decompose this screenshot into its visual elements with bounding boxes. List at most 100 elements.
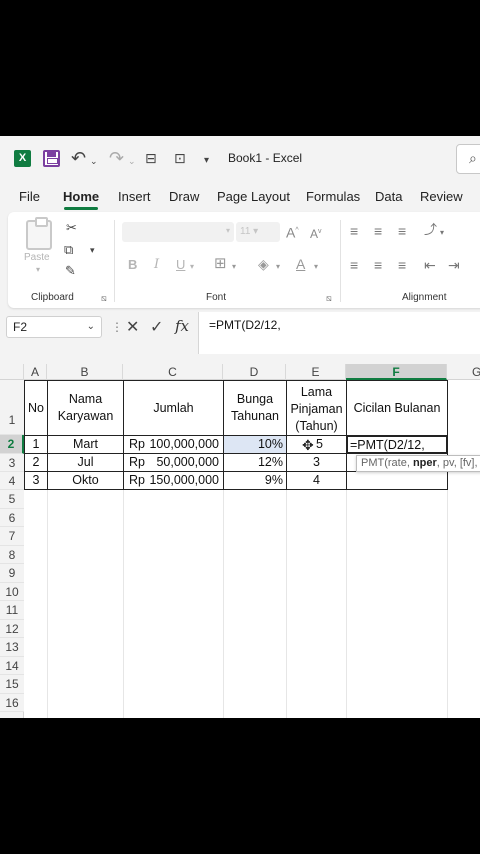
row-header-15[interactable]: 15 — [0, 675, 24, 694]
row-header-13[interactable]: 13 — [0, 638, 24, 657]
row-header-11[interactable]: 11 — [0, 601, 24, 620]
copy-icon[interactable]: ⧉ — [64, 242, 73, 258]
cell-e4[interactable]: 4 — [286, 471, 347, 490]
cell-e2[interactable]: 5 — [286, 435, 347, 454]
cell-b3[interactable]: Jul — [47, 453, 124, 472]
underline-dropdown-icon[interactable]: ▾ — [190, 259, 194, 275]
row-header-3[interactable]: 3 — [0, 454, 24, 472]
tab-home[interactable]: Home — [63, 189, 99, 204]
row-header-6[interactable]: 6 — [0, 508, 24, 527]
name-box-dropdown-icon[interactable]: ⌄ — [87, 321, 95, 332]
search-box[interactable]: ⌕ — [456, 144, 480, 174]
cell-d4[interactable]: 9% — [223, 471, 287, 490]
tab-review[interactable]: Review — [420, 189, 463, 204]
clipboard-launcher-icon[interactable]: ⧅ — [101, 293, 107, 304]
insert-function-icon[interactable]: fx — [175, 317, 189, 335]
redo-dropdown-icon[interactable]: ⌄ — [128, 152, 136, 170]
cell-c4[interactable]: Rp 150,000,000 — [123, 471, 224, 490]
row-header-1[interactable]: 1 — [0, 380, 24, 435]
align-center-icon[interactable]: ≡ — [374, 257, 382, 273]
column-header-d[interactable]: D — [223, 364, 286, 380]
tooltip-current-arg[interactable]: nper — [413, 457, 437, 469]
align-middle-icon[interactable]: ≡ — [374, 223, 382, 239]
save-icon[interactable] — [43, 150, 60, 167]
copy-dropdown-icon[interactable]: ▾ — [90, 242, 95, 258]
underline-button[interactable]: U — [176, 257, 185, 273]
cell-e3[interactable]: 3 — [286, 453, 347, 472]
form-icon[interactable]: ⊟ — [145, 149, 157, 167]
header-jumlah[interactable]: Jumlah — [123, 380, 224, 436]
header-nama-karyawan[interactable]: Nama Karyawan — [47, 380, 124, 436]
tab-data[interactable]: Data — [375, 189, 402, 204]
borders-dropdown-icon[interactable]: ▾ — [232, 259, 236, 275]
decrease-indent-icon[interactable]: ⇤ — [424, 257, 436, 273]
cell-b4[interactable]: Okto — [47, 471, 124, 490]
row-header-12[interactable]: 12 — [0, 619, 24, 638]
formula-input[interactable]: =PMT(D2/12, — [198, 312, 480, 354]
align-top-icon[interactable]: ≡ — [350, 223, 358, 239]
formula-bar-handle-icon[interactable]: ⋮ — [111, 320, 123, 334]
row-header-14[interactable]: 14 — [0, 656, 24, 675]
column-header-a[interactable]: A — [24, 364, 47, 380]
font-name-box[interactable] — [122, 222, 234, 242]
tab-page-layout[interactable]: Page Layout — [217, 189, 290, 204]
camera-icon[interactable]: ⊡ — [174, 149, 186, 167]
grow-font-icon[interactable]: A^ — [286, 223, 299, 241]
cell-d2[interactable]: 10% — [223, 435, 287, 454]
orientation-dropdown-icon[interactable]: ▾ — [440, 225, 444, 241]
row-header-16[interactable]: 16 — [0, 693, 24, 712]
bold-button[interactable]: B — [128, 257, 137, 273]
paste-label[interactable]: Paste — [24, 252, 50, 263]
header-bunga-tahunan[interactable]: Bunga Tahunan — [223, 380, 287, 436]
header-cicilan-bulanan[interactable]: Cicilan Bulanan — [346, 380, 448, 436]
customize-toolbar-icon[interactable]: ▾ — [204, 152, 209, 170]
cell-a3[interactable]: 2 — [24, 453, 48, 472]
row-header-5[interactable]: 5 — [0, 490, 24, 509]
cut-icon[interactable]: ✂ — [66, 220, 77, 236]
undo-dropdown-icon[interactable]: ⌄ — [90, 152, 98, 170]
worksheet-grid[interactable]: A B C D E F G 1 2 3 4 5 6 7 8 9 10 11 12… — [0, 364, 480, 718]
cancel-icon[interactable]: ✕ — [126, 317, 139, 337]
fill-color-dropdown-icon[interactable]: ▾ — [276, 259, 280, 275]
cell-a2[interactable]: 1 — [24, 435, 48, 454]
redo-icon[interactable]: ↷ — [109, 149, 124, 167]
paste-icon[interactable] — [26, 217, 52, 250]
font-launcher-icon[interactable]: ⧅ — [326, 293, 332, 304]
cell-f4[interactable] — [346, 471, 448, 490]
format-painter-icon[interactable]: ✎ — [65, 263, 76, 279]
cell-f2-active[interactable]: =PMT(D2/12, — [346, 435, 448, 454]
italic-button[interactable]: I — [154, 257, 159, 273]
increase-indent-icon[interactable]: ⇥ — [448, 257, 460, 273]
cell-a4[interactable]: 3 — [24, 471, 48, 490]
cell-c2[interactable]: Rp 100,000,000 — [123, 435, 224, 454]
enter-icon[interactable]: ✓ — [150, 317, 163, 337]
select-all-corner[interactable] — [0, 364, 24, 380]
align-bottom-icon[interactable]: ≡ — [398, 223, 406, 239]
paste-dropdown-icon[interactable]: ▾ — [36, 265, 40, 274]
align-right-icon[interactable]: ≡ — [398, 257, 406, 273]
tab-insert[interactable]: Insert — [118, 189, 151, 204]
align-left-icon[interactable]: ≡ — [350, 257, 358, 273]
undo-icon[interactable]: ↶ — [71, 149, 86, 167]
borders-icon[interactable]: ⊞ — [214, 256, 227, 272]
cell-c3[interactable]: Rp 50,000,000 — [123, 453, 224, 472]
header-no[interactable]: No — [24, 380, 48, 436]
fill-color-icon[interactable]: ◈ — [258, 256, 269, 272]
font-size-box[interactable]: 11 ▾ — [236, 222, 280, 242]
tab-file[interactable]: File — [19, 189, 40, 204]
cell-b2[interactable]: Mart — [47, 435, 124, 454]
column-header-g[interactable]: G — [447, 364, 480, 380]
column-header-b[interactable]: B — [47, 364, 123, 380]
font-color-dropdown-icon[interactable]: ▾ — [314, 259, 318, 275]
orientation-icon[interactable]: ⤴ — [424, 222, 437, 238]
column-header-c[interactable]: C — [123, 364, 223, 380]
shrink-font-icon[interactable]: Av — [310, 224, 322, 242]
row-header-4[interactable]: 4 — [0, 472, 24, 490]
row-header-10[interactable]: 10 — [0, 582, 24, 601]
header-lama-pinjaman[interactable]: Lama Pinjaman (Tahun) — [286, 380, 347, 436]
column-header-e[interactable]: E — [286, 364, 346, 380]
name-box[interactable]: F2 ⌄ — [6, 316, 102, 338]
row-header-7[interactable]: 7 — [0, 527, 24, 546]
row-header-9[interactable]: 9 — [0, 564, 24, 583]
function-tooltip[interactable]: PMT(rate, nper, pv, [fv], — [356, 455, 480, 472]
